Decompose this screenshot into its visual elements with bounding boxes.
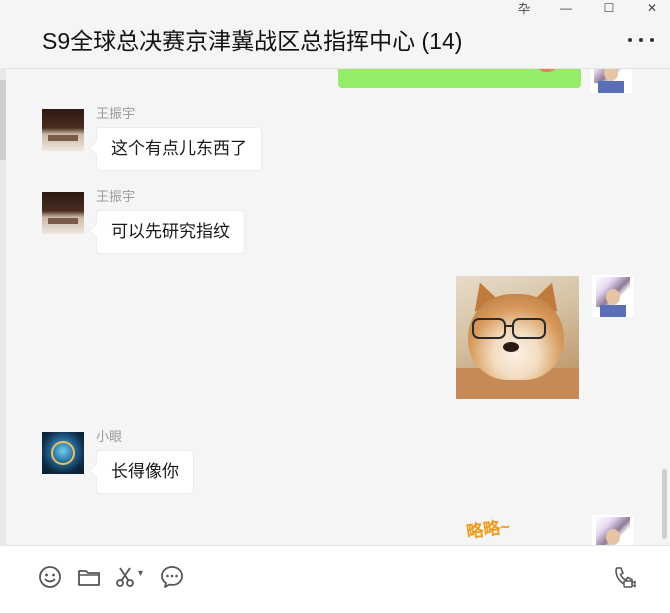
voice-video-call-icon[interactable] bbox=[612, 564, 638, 590]
minimize-button[interactable]: — bbox=[552, 0, 580, 16]
my-message-bubble[interactable] bbox=[338, 69, 581, 88]
emoji-icon[interactable] bbox=[37, 564, 63, 590]
message-bubble[interactable]: 长得像你 bbox=[96, 450, 194, 494]
folder-icon[interactable] bbox=[76, 564, 102, 590]
avatar[interactable] bbox=[42, 432, 84, 474]
sender-name: 王振宇 bbox=[96, 189, 136, 204]
emoji-sticker-icon bbox=[537, 69, 557, 72]
pin-icon[interactable]: 卆 bbox=[510, 0, 538, 16]
chat-history-icon[interactable] bbox=[159, 564, 185, 590]
scissors-icon[interactable] bbox=[113, 564, 139, 590]
title-bar: S9全球总决赛京津冀战区总指挥中心 (14) 卆 — ☐ ✕ bbox=[0, 0, 670, 69]
sender-name: 王振宇 bbox=[96, 106, 136, 121]
sender-name: 小眼 bbox=[96, 429, 123, 444]
chevron-down-icon[interactable]: ▾ bbox=[138, 568, 143, 579]
message-list[interactable]: 王振宇 这个有点儿东西了 王振宇 可以先研究指纹 小眼 长得像你 略略~ bbox=[6, 69, 670, 545]
chat-title: S9全球总决赛京津冀战区总指挥中心 (14) bbox=[42, 28, 463, 54]
shiba-dog-image[interactable] bbox=[456, 276, 579, 399]
close-button[interactable]: ✕ bbox=[638, 0, 666, 16]
my-avatar[interactable] bbox=[592, 515, 634, 545]
message-bubble[interactable]: 可以先研究指纹 bbox=[96, 210, 245, 254]
sticker-message[interactable]: 略略~ bbox=[464, 512, 511, 543]
my-avatar[interactable] bbox=[592, 275, 634, 317]
maximize-button[interactable]: ☐ bbox=[595, 0, 623, 16]
avatar[interactable] bbox=[42, 109, 84, 151]
message-bubble[interactable]: 这个有点儿东西了 bbox=[96, 127, 262, 171]
avatar[interactable] bbox=[42, 192, 84, 234]
my-avatar[interactable] bbox=[590, 69, 632, 93]
more-options-icon[interactable] bbox=[628, 30, 654, 50]
scrollbar[interactable] bbox=[662, 469, 667, 539]
input-toolbar: ▾ bbox=[0, 545, 670, 613]
